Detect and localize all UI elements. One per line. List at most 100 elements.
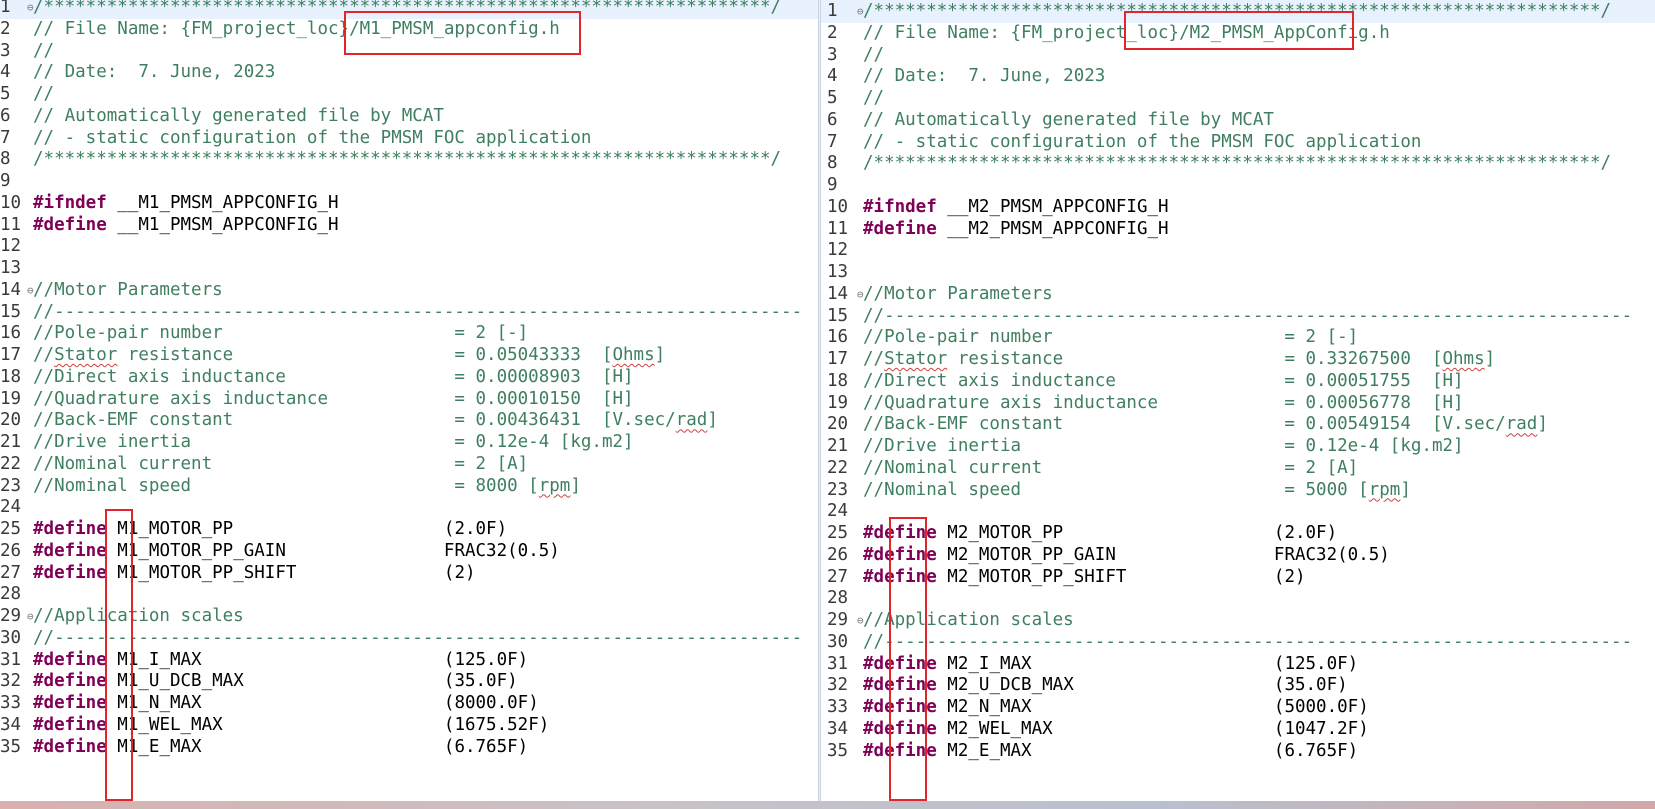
- code-line[interactable]: 13: [821, 261, 863, 284]
- line-number: 7: [827, 131, 838, 152]
- code-line[interactable]: 12: [0, 235, 33, 258]
- code-line[interactable]: 4 // Date: 7. June, 2023: [0, 61, 275, 84]
- code-line[interactable]: 16 //Pole-pair number = 2 [-]: [0, 322, 528, 345]
- keyword-token: #define: [33, 519, 107, 539]
- code-line[interactable]: 12: [821, 239, 863, 262]
- code-line[interactable]: 9: [0, 170, 33, 193]
- code-line[interactable]: 4 // Date: 7. June, 2023: [821, 65, 1105, 88]
- code-line[interactable]: 27 #define M2_MOTOR_PP_SHIFT (2): [821, 566, 1306, 589]
- code-line[interactable]: 32 #define M2_U_DCB_MAX (35.0F): [821, 674, 1348, 697]
- code-line[interactable]: 31 #define M1_I_MAX (125.0F): [0, 649, 528, 672]
- code-line[interactable]: 15 //------------------------------------…: [821, 305, 1632, 328]
- code-line[interactable]: 14 ⊖//Motor Parameters: [0, 279, 223, 302]
- code-line[interactable]: 2 // File Name: {FM_project_loc}/M2_PMSM_…: [821, 22, 1390, 45]
- code-line[interactable]: 3 //: [821, 44, 884, 67]
- comment-token: //Quadrature axis inductance = 0.0001015…: [33, 388, 634, 409]
- code-line[interactable]: 34 #define M1_WEL_MAX (1675.52F): [0, 714, 549, 737]
- code-line[interactable]: 24: [0, 496, 33, 519]
- code-line[interactable]: 15 //------------------------------------…: [0, 301, 802, 324]
- code-line[interactable]: 9: [821, 174, 863, 197]
- code-line[interactable]: 35 #define M1_E_MAX (6.765F): [0, 736, 528, 759]
- code-line[interactable]: 33 #define M2_N_MAX (5000.0F): [821, 696, 1369, 719]
- line-number: 34: [827, 718, 849, 739]
- editor-pane-left[interactable]: 1 ⊖/*************************************…: [0, 0, 818, 801]
- line-number: 23: [0, 475, 22, 496]
- code-line[interactable]: 7 // - static configuration of the PMSM F…: [821, 131, 1421, 154]
- code-token: M2_MOTOR_PP_SHIFT (2): [936, 566, 1306, 587]
- code-line[interactable]: 3 //: [0, 40, 54, 63]
- code-line[interactable]: 29 ⊖//Application scales: [821, 609, 1074, 632]
- code-line[interactable]: 19 //Quadrature axis inductance = 0.00056…: [821, 392, 1464, 415]
- code-line[interactable]: 14 ⊖//Motor Parameters: [821, 283, 1053, 306]
- code-line[interactable]: 26 #define M2_MOTOR_PP_GAIN FRAC32(0.5): [821, 544, 1390, 567]
- code-line[interactable]: 17 //Stator resistance = 0.33267500 [Ohms…: [821, 348, 1495, 371]
- code-line[interactable]: 6 // Automatically generated file by MCAT: [0, 105, 444, 128]
- line-number: 30: [827, 631, 849, 652]
- code-line[interactable]: 30 //------------------------------------…: [0, 627, 802, 650]
- code-line[interactable]: 10 #ifndef __M2_PMSM_APPCONFIG_H: [821, 196, 1169, 219]
- code-line[interactable]: 11 #define __M2_PMSM_APPCONFIG_H: [821, 218, 1169, 241]
- code-line[interactable]: 26 #define M1_MOTOR_PP_GAIN FRAC32(0.5): [0, 540, 560, 563]
- line-number: 24: [0, 497, 22, 518]
- code-line[interactable]: 23 //Nominal speed = 8000 [rpm]: [0, 475, 581, 498]
- code-line[interactable]: 8 /**************************************…: [821, 152, 1611, 175]
- code-line[interactable]: 35 #define M2_E_MAX (6.765F): [821, 740, 1358, 763]
- code-line[interactable]: 23 //Nominal speed = 5000 [rpm]: [821, 479, 1411, 502]
- code-line[interactable]: 21 //Drive inertia = 0.12e-4 [kg.m2]: [0, 431, 634, 454]
- bottom-strip: [0, 801, 1655, 809]
- code-line[interactable]: 5 //: [821, 87, 884, 110]
- code-line[interactable]: 34 #define M2_WEL_MAX (1047.2F): [821, 718, 1369, 741]
- line-number: 10: [827, 196, 849, 217]
- code-line[interactable]: 10 #ifndef __M1_PMSM_APPCONFIG_H: [0, 192, 339, 215]
- line-number: 6: [827, 109, 838, 130]
- code-line[interactable]: 13: [0, 257, 33, 280]
- comment-token: //Direct axis inductance = 0.00008903 [H…: [33, 366, 634, 387]
- code-token: M1_MOTOR_PP_SHIFT (2): [106, 562, 476, 583]
- line-number: 1: [827, 1, 838, 21]
- code-line[interactable]: 31 #define M2_I_MAX (125.0F): [821, 653, 1358, 676]
- code-line[interactable]: 29 ⊖//Application scales: [0, 605, 244, 628]
- code-line[interactable]: 11 #define __M1_PMSM_APPCONFIG_H: [0, 214, 339, 237]
- code-line[interactable]: 1 ⊖/*************************************…: [821, 0, 1655, 23]
- code-line[interactable]: 18 //Direct axis inductance = 0.00008903 …: [0, 366, 634, 389]
- code-line[interactable]: 5 //: [0, 83, 54, 106]
- line-number: 13: [827, 262, 849, 282]
- comment-token: ]: [1400, 479, 1411, 500]
- keyword-token: #define: [863, 718, 937, 739]
- code-line[interactable]: 2 // File Name: {FM_project_loc}/M1_PMSM_…: [0, 18, 560, 41]
- code-line[interactable]: 18 //Direct axis inductance = 0.00051755 …: [821, 370, 1464, 393]
- code-line[interactable]: 19 //Quadrature axis inductance = 0.00010…: [0, 388, 634, 411]
- code-line[interactable]: 28: [821, 587, 863, 610]
- code-token: M2_MOTOR_PP_GAIN FRAC32(0.5): [936, 544, 1390, 565]
- code-line[interactable]: 32 #define M1_U_DCB_MAX (35.0F): [0, 670, 518, 693]
- keyword-token: #ifndef: [33, 192, 107, 213]
- code-line[interactable]: 25 #define M2_MOTOR_PP (2.0F): [821, 522, 1337, 545]
- code-line[interactable]: 20 //Back-EMF constant = 0.00549154 [V.se…: [821, 413, 1548, 436]
- code-line[interactable]: 22 //Nominal current = 2 [A]: [0, 453, 528, 476]
- line-number: 5: [827, 88, 838, 108]
- code-line[interactable]: 17 //Stator resistance = 0.05043333 [Ohms…: [0, 344, 665, 367]
- comment-token: //Back-EMF constant = 0.00436431 [V.sec/: [33, 410, 676, 431]
- code-line[interactable]: 20 //Back-EMF constant = 0.00436431 [V.se…: [0, 409, 718, 432]
- code-token: M1_MOTOR_PP (2.0F): [106, 519, 508, 539]
- line-number: 4: [827, 66, 838, 87]
- code-line[interactable]: 16 //Pole-pair number = 2 [-]: [821, 326, 1358, 349]
- code-line[interactable]: 27 #define M1_MOTOR_PP_SHIFT (2): [0, 562, 476, 585]
- comment-token: // - static configuration of the PMSM FO…: [33, 127, 592, 148]
- keyword-token: #define: [863, 740, 937, 761]
- code-line[interactable]: 33 #define M1_N_MAX (8000.0F): [0, 692, 539, 715]
- code-line[interactable]: 22 //Nominal current = 2 [A]: [821, 457, 1358, 480]
- code-line[interactable]: 24: [821, 500, 863, 523]
- line-number: 32: [827, 675, 849, 696]
- code-line[interactable]: 8 /**************************************…: [0, 148, 781, 171]
- code-line[interactable]: 7 // - static configuration of the PMSM F…: [0, 127, 591, 150]
- code-line[interactable]: 6 // Automatically generated file by MCAT: [821, 109, 1274, 132]
- code-line[interactable]: 28: [0, 583, 33, 606]
- comment-token: //Application scales: [863, 610, 1074, 630]
- line-number: 11: [0, 214, 22, 235]
- editor-pane-right[interactable]: 1 ⊖/*************************************…: [821, 0, 1655, 801]
- code-line[interactable]: 25 #define M1_MOTOR_PP (2.0F): [0, 518, 507, 541]
- code-line[interactable]: 1 ⊖/*************************************…: [0, 0, 818, 19]
- code-line[interactable]: 30 //------------------------------------…: [821, 631, 1632, 654]
- code-line[interactable]: 21 //Drive inertia = 0.12e-4 [kg.m2]: [821, 435, 1464, 458]
